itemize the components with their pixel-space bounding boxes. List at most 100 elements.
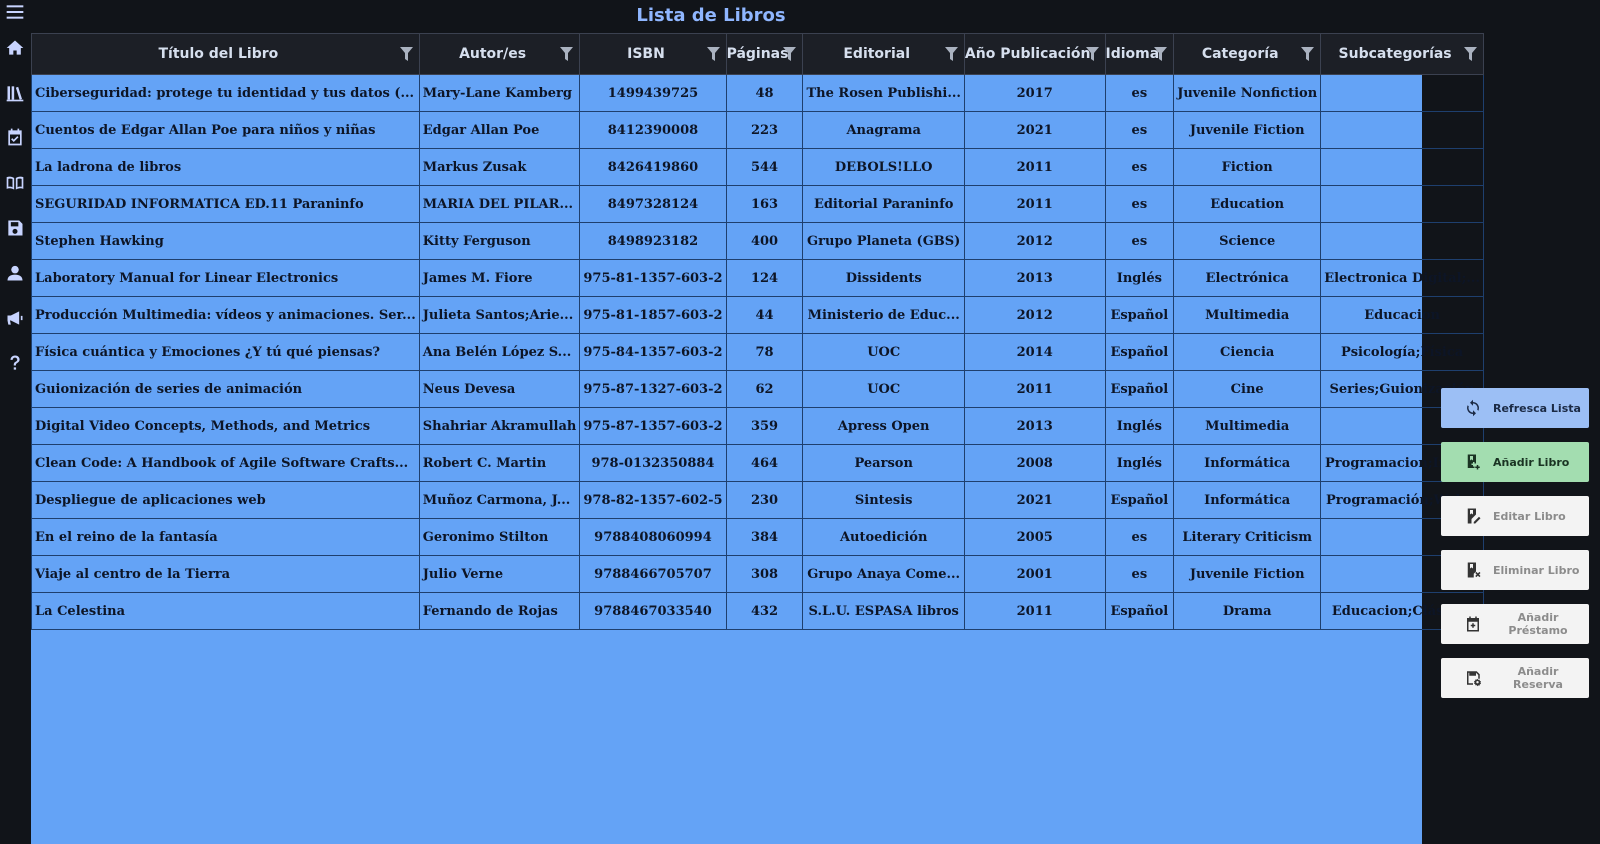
table-cell-titulo-del-libro: Digital Video Concepts, Methods, and Met… — [31, 407, 420, 445]
table-cell-categoria: Education — [1173, 185, 1322, 223]
table-cell-paginas: 400 — [725, 222, 804, 260]
column-header-label: Título del Libro — [158, 46, 279, 62]
table-row[interactable]: Despliegue de aplicaciones web Muñoz Carm… — [31, 481, 1484, 519]
table-row[interactable]: SEGURIDAD INFORMATICA ED.11 Paraninfo MAR… — [31, 185, 1484, 223]
table-cell-categoria: Juvenile Fiction — [1173, 555, 1322, 593]
filter-icon[interactable] — [1463, 47, 1477, 61]
column-header-categoria[interactable]: Categoría — [1173, 33, 1322, 75]
table-row[interactable]: En el reino de la fantasía Geronimo Stilt… — [31, 518, 1484, 556]
table-cell-editorial: Editorial Paraninfo — [802, 185, 965, 223]
table-cell-categoria: Science — [1173, 222, 1322, 260]
table-row[interactable]: Clean Code: A Handbook of Agile Software… — [31, 444, 1484, 482]
user-icon[interactable] — [3, 261, 27, 285]
table-cell-titulo-del-libro: Cuentos de Edgar Allan Poe para niños y … — [31, 111, 420, 149]
table-cell-isbn: 978-82-1357-602-5 — [579, 481, 727, 519]
filter-icon[interactable] — [944, 47, 958, 61]
add-reservation-button[interactable]: Añadir Reserva — [1441, 658, 1589, 698]
filter-icon[interactable] — [706, 47, 720, 61]
filter-icon[interactable] — [560, 47, 574, 61]
column-header-titulo-del-libro[interactable]: Título del Libro — [31, 33, 420, 75]
table-cell-categoria: Ciencia — [1173, 333, 1322, 371]
refresh-list-label: Refresca Lista — [1493, 401, 1581, 415]
edit-book-icon — [1464, 507, 1482, 525]
add-loan-label: Añadir Préstamo — [1508, 611, 1568, 637]
library-icon[interactable] — [3, 81, 27, 105]
table-cell-paginas: 124 — [725, 259, 804, 297]
table-cell-titulo-del-libro: Laboratory Manual for Linear Electronics — [31, 259, 420, 297]
table-row[interactable]: Stephen Hawking Kitty Ferguson 8498923182 4… — [31, 222, 1484, 260]
table-cell-categoria: Multimedia — [1173, 296, 1322, 334]
delete-book-button[interactable]: Eliminar Libro — [1441, 550, 1589, 590]
table-cell-paginas: 432 — [725, 592, 804, 630]
table-cell-autor-es: Julio Verne — [418, 555, 581, 593]
filter-icon[interactable] — [1154, 47, 1168, 61]
table-cell-paginas: 384 — [725, 518, 804, 556]
table-cell-idioma: Inglés — [1104, 444, 1175, 482]
table-row[interactable]: Guionización de series de animación Neus … — [31, 370, 1484, 408]
open-book-icon[interactable] — [3, 171, 27, 195]
table-cell-categoria: Juvenile Fiction — [1173, 111, 1322, 149]
filter-icon[interactable] — [1301, 47, 1315, 61]
table-cell-editorial: S.L.U. ESPASA libros — [802, 592, 965, 630]
table-cell-ano-publicacion: 2021 — [963, 111, 1106, 149]
megaphone-icon[interactable] — [3, 306, 27, 330]
refresh-list-button[interactable]: Refresca Lista — [1441, 388, 1589, 428]
table-cell-editorial: Grupo Planeta (GBS) — [802, 222, 965, 260]
table-cell-idioma: es — [1104, 74, 1175, 112]
table-cell-autor-es: Kitty Ferguson — [418, 222, 581, 260]
column-header-label: Subcategorías — [1338, 46, 1452, 62]
column-header-label: Autor/es — [459, 46, 527, 62]
table-cell-titulo-del-libro: SEGURIDAD INFORMATICA ED.11 Paraninfo — [31, 185, 420, 223]
table-cell-isbn: 8412390008 — [579, 111, 727, 149]
column-header-ano-publicacion[interactable]: Año Publicación — [963, 33, 1106, 75]
table-row[interactable]: La Celestina Fernando de Rojas 97884670335… — [31, 592, 1484, 630]
table-row[interactable]: Cuentos de Edgar Allan Poe para niños y … — [31, 111, 1484, 149]
add-loan-button[interactable]: Añadir Préstamo — [1441, 604, 1589, 644]
calendar-check-icon[interactable] — [3, 125, 27, 149]
table-cell-isbn: 9788467033540 — [579, 592, 727, 630]
table-row[interactable]: Producción Multimedia: vídeos y animacio… — [31, 296, 1484, 334]
delete-book-icon — [1464, 561, 1482, 579]
table-cell-categoria: Fiction — [1173, 148, 1322, 186]
column-header-isbn[interactable]: ISBN — [579, 33, 727, 75]
table-cell-titulo-del-libro: En el reino de la fantasía — [31, 518, 420, 556]
edit-book-button[interactable]: Editar Libro — [1441, 496, 1589, 536]
table-row[interactable]: Ciberseguridad: protege tu identidad y t… — [31, 74, 1484, 112]
table-row[interactable]: Laboratory Manual for Linear Electronics… — [31, 259, 1484, 297]
column-header-idioma[interactable]: Idioma — [1104, 33, 1175, 75]
table-row[interactable]: Física cuántica y Emociones ¿Y tú qué pi… — [31, 333, 1484, 371]
table-cell-ano-publicacion: 2013 — [963, 259, 1106, 297]
table-cell-ano-publicacion: 2011 — [963, 370, 1106, 408]
table-cell-isbn: 9788466705707 — [579, 555, 727, 593]
table-cell-ano-publicacion: 2008 — [963, 444, 1106, 482]
table-cell-paginas: 464 — [725, 444, 804, 482]
table-cell-paginas: 544 — [725, 148, 804, 186]
table-cell-titulo-del-libro: Viaje al centro de la Tierra — [31, 555, 420, 593]
help-icon[interactable] — [3, 351, 27, 375]
column-header-paginas[interactable]: Páginas — [725, 33, 804, 75]
table-cell-ano-publicacion: 2021 — [963, 481, 1106, 519]
table-cell-paginas: 230 — [725, 481, 804, 519]
table-cell-categoria: Literary Criticism — [1173, 518, 1322, 556]
column-header-autor-es[interactable]: Autor/es — [418, 33, 581, 75]
table-cell-subcategorias — [1320, 148, 1484, 186]
filter-icon[interactable] — [1085, 47, 1099, 61]
table-cell-idioma: Inglés — [1104, 407, 1175, 445]
add-book-button[interactable]: Añadir Libro — [1441, 442, 1589, 482]
table-row[interactable]: Viaje al centro de la Tierra Julio Verne 9… — [31, 555, 1484, 593]
table-cell-isbn: 975-81-1357-603-2 — [579, 259, 727, 297]
filter-icon[interactable] — [399, 47, 413, 61]
table-cell-autor-es: Edgar Allan Poe — [418, 111, 581, 149]
table-cell-autor-es: Fernando de Rojas — [418, 592, 581, 630]
add-book-icon — [1464, 453, 1482, 471]
table-row[interactable]: La ladrona de libros Markus Zusak 84264198… — [31, 148, 1484, 186]
filter-icon[interactable] — [783, 47, 797, 61]
table-cell-isbn: 978-0132350884 — [579, 444, 727, 482]
table-cell-subcategorias: Psicología;Física — [1320, 333, 1484, 371]
save-icon[interactable] — [3, 216, 27, 240]
column-header-editorial[interactable]: Editorial — [802, 33, 965, 75]
column-header-subcategorias[interactable]: Subcategorías — [1320, 33, 1484, 75]
home-icon[interactable] — [3, 36, 27, 60]
table-row[interactable]: Digital Video Concepts, Methods, and Met… — [31, 407, 1484, 445]
add-book-label: Añadir Libro — [1493, 455, 1570, 469]
